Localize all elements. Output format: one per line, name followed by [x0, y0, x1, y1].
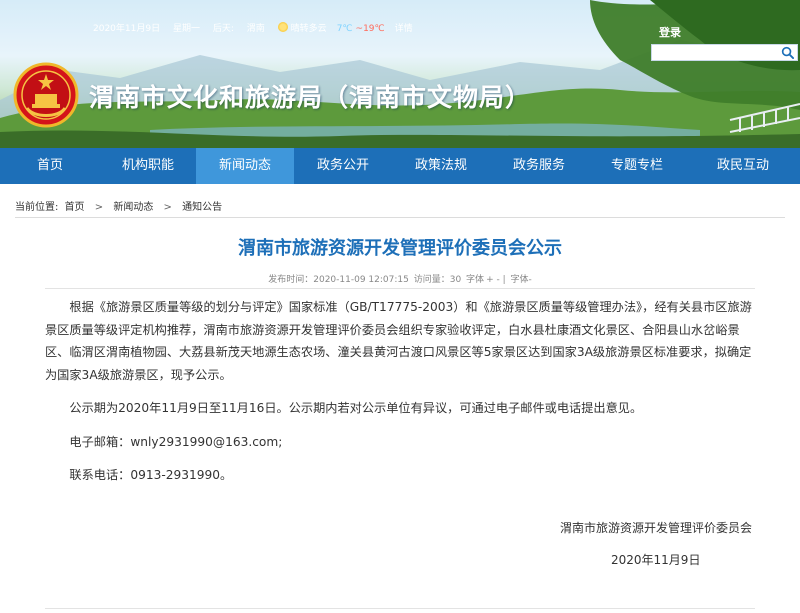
temp-low: 7℃ — [336, 24, 353, 34]
font-size-label: 字体 — [466, 275, 485, 285]
nav-item-gov-affairs[interactable]: 政务公开 — [294, 148, 392, 184]
login-link[interactable]: 登录 — [659, 24, 681, 40]
article-body: 根据《旅游景区质量等级的划分与评定》国家标准（GB/T17775-2003）和《… — [45, 296, 760, 498]
nav-item-functions[interactable]: 机构职能 — [100, 148, 196, 184]
breadcrumb: 当前位置: 首页 > 新闻动态 > 通知公告 — [15, 198, 225, 213]
nav-item-news[interactable]: 新闻动态 — [196, 148, 294, 184]
weather-sun-icon — [277, 22, 288, 32]
search-icon[interactable] — [781, 46, 794, 59]
article-date: 2020年11月9日 — [611, 553, 701, 567]
search-input[interactable] — [652, 50, 772, 65]
weather-label: 后天: — [212, 24, 234, 34]
site-title: 渭南市文化和旅游局（渭南市文物局） — [89, 83, 532, 112]
weather-detail-link[interactable]: 详情 — [395, 24, 413, 34]
article-paragraph: 根据《旅游景区质量等级的划分与评定》国家标准（GB/T17775-2003）和《… — [45, 300, 752, 382]
breadcrumb-separator: > — [163, 202, 172, 213]
font-size-controls[interactable]: + - | — [486, 275, 506, 285]
nav-item-topics[interactable]: 专题专栏 — [588, 148, 686, 184]
main-nav: 首页 机构职能 新闻动态 政务公开 政策法规 政务服务 专题专栏 政民互动 — [0, 148, 800, 184]
header-banner: 2020年11月9日 星期一 后天: 渭南 晴转多云 7℃ ~19℃ 详情 登录 渭南… — [0, 0, 800, 148]
weather-city: 渭南 — [246, 24, 265, 34]
nav-item-services[interactable]: 政务服务 — [490, 148, 588, 184]
divider — [45, 608, 755, 609]
top-info-bar: 2020年11月9日 星期一 后天: 渭南 晴转多云 7℃ ~19℃ 详情 — [93, 21, 423, 34]
article-meta: 发布时间：2020-11-09 12:07:15 访问量：30 字体 + - | … — [0, 272, 800, 285]
article-title: 渭南市旅游资源开发管理评价委员会公示 — [238, 238, 562, 259]
current-weekday: 星期一 — [172, 24, 200, 34]
nav-item-home[interactable]: 首页 — [0, 148, 100, 184]
current-date: 2020年11月9日 — [93, 24, 161, 34]
view-count: 访问量：30 — [413, 275, 462, 285]
breadcrumb-separator: > — [94, 202, 104, 213]
breadcrumb-news[interactable]: 新闻动态 — [113, 202, 153, 213]
divider — [15, 217, 785, 218]
breadcrumb-home[interactable]: 首页 — [65, 202, 85, 213]
national-emblem-icon — [13, 62, 79, 128]
font-size-label-2[interactable]: 字体- — [510, 275, 531, 285]
breadcrumb-notices[interactable]: 通知公告 — [182, 202, 222, 213]
publish-time: 发布时间：2020-11-09 12:07:15 — [268, 275, 409, 285]
nav-item-interaction[interactable]: 政民互动 — [686, 148, 800, 184]
weather-condition: 晴转多云 — [290, 24, 327, 34]
article-signature: 渭南市旅游资源开发管理评价委员会 — [560, 521, 753, 535]
divider — [45, 288, 755, 289]
breadcrumb-label: 当前位置: — [15, 202, 59, 213]
temp-high: ~19℃ — [355, 24, 385, 34]
contact-email: 电子邮箱：wnly2931990@163.com; — [69, 434, 283, 449]
search-box — [651, 44, 798, 65]
nav-item-policy[interactable]: 政策法规 — [392, 148, 490, 184]
contact-phone: 联系电话：0913-2931990。 — [69, 468, 233, 482]
article-paragraph: 公示期为2020年11月9日至11月16日。公示期内若对公示单位有异议，可通过电… — [69, 401, 643, 415]
